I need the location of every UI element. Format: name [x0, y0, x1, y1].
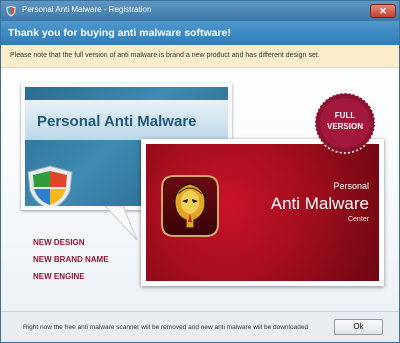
- new-product-image: Personal Anti Malware Center: [146, 144, 379, 281]
- seal-line2: VERSION: [326, 122, 363, 131]
- seal-line1: FULL: [334, 111, 356, 120]
- header-banner: Thank you for buying anti malware softwa…: [1, 21, 399, 45]
- new-product-card: Personal Anti Malware Center: [141, 139, 384, 286]
- ok-button[interactable]: Ok: [334, 319, 383, 335]
- registration-window: Personal Anti Malware - Registration ✕ T…: [0, 0, 400, 343]
- header-title: Thank you for buying anti malware softwa…: [8, 27, 231, 39]
- full-version-seal: FULL VERSION: [313, 91, 377, 160]
- close-button[interactable]: ✕: [370, 4, 396, 18]
- new-product-line1: Personal: [333, 181, 369, 191]
- title-bar[interactable]: Personal Anti Malware - Registration ✕: [1, 1, 399, 21]
- old-product-title: Personal Anti Malware: [37, 113, 197, 130]
- info-note: Please note that the full version of ant…: [1, 45, 399, 68]
- feature-new-design: NEW DESIGN: [33, 238, 85, 247]
- app-shield-icon: [5, 5, 17, 17]
- close-icon: ✕: [379, 6, 387, 16]
- new-product-name: Anti Malware: [270, 194, 369, 213]
- footer-bar: Right now the free anti malware scanner …: [1, 311, 399, 342]
- feature-new-engine: NEW ENGINE: [33, 272, 85, 281]
- callout-pointer: [104, 206, 138, 241]
- shield-icon: [27, 165, 73, 206]
- footer-text: Right now the free anti malware scanner …: [23, 324, 309, 331]
- new-product-line3: Center: [347, 216, 369, 223]
- feature-new-brand-name: NEW BRAND NAME: [33, 255, 109, 264]
- window-title: Personal Anti Malware - Registration: [22, 5, 152, 14]
- info-note-text: Please note that the full version of ant…: [10, 52, 320, 59]
- content-area: Personal Anti Malware NEW DESIGN NEW BRA…: [1, 68, 399, 311]
- cobra-icon: [161, 175, 219, 237]
